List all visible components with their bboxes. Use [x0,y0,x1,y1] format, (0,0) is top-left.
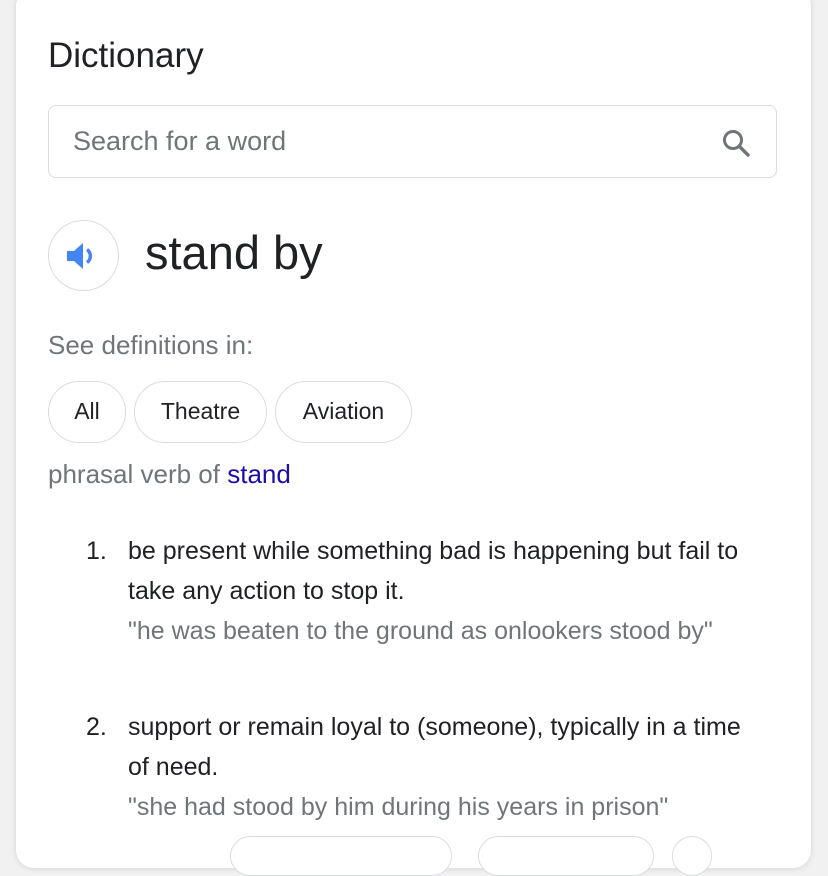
definition-example: "he was beaten to the ground as onlooker… [128,617,713,645]
chip-theatre[interactable]: Theatre [134,381,267,443]
definition-number: 2. [86,713,107,741]
volume-up-icon [67,243,92,269]
definition-example: "she had stood by him during his years i… [128,793,669,821]
part-of-speech-line: phrasal verb of stand [48,458,291,490]
chip-aviation[interactable]: Aviation [275,381,412,443]
search-icon[interactable] [721,128,751,158]
more-chip[interactable] [672,836,712,876]
see-definitions-label: See definitions in: [48,330,254,360]
pronunciation-button[interactable] [48,220,119,291]
related-chip[interactable] [478,836,654,876]
related-chip[interactable] [230,836,452,876]
card-title: Dictionary [48,36,204,75]
headword: stand by [145,226,323,279]
definition-number: 1. [86,537,107,565]
definition-item: be present while something bad is happen… [128,531,768,651]
search-box[interactable] [48,105,777,178]
part-of-speech-prefix: phrasal verb of [48,459,228,489]
definition-item: support or remain loyal to (someone), ty… [128,707,768,827]
root-word-link[interactable]: stand [227,459,291,489]
chip-all[interactable]: All [48,381,126,443]
search-input[interactable] [73,106,693,176]
definition-text: be present while something bad is happen… [128,537,739,605]
definition-text: support or remain loyal to (someone), ty… [128,713,741,781]
